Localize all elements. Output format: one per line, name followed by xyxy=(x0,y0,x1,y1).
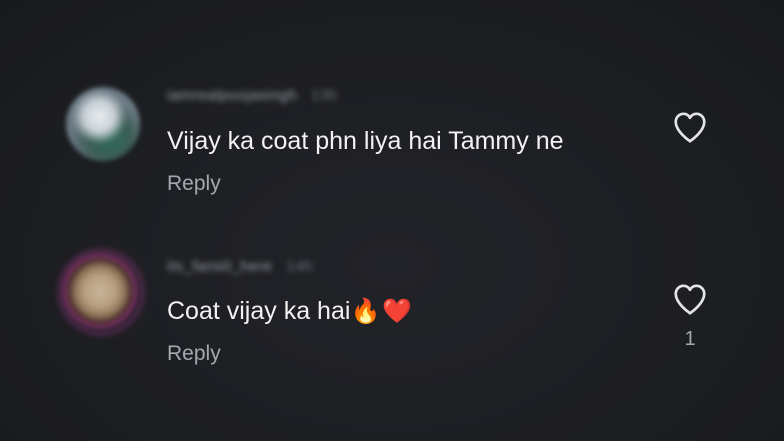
comment-item: iamrealpoojasingh 13h Vijay ka coat phn l… xyxy=(0,82,784,202)
comment-text-body: Coat vijay ka hai xyxy=(167,297,351,325)
reply-button[interactable]: Reply xyxy=(167,342,221,366)
username[interactable]: its_fans0_here xyxy=(167,258,272,275)
reply-button[interactable]: Reply xyxy=(167,172,221,196)
avatar[interactable] xyxy=(66,87,140,161)
red-heart-emoji: ❤️ xyxy=(382,297,413,325)
heart-outline-icon xyxy=(674,112,706,143)
comment-text: Vijay ka coat phn liya hai Tammy ne xyxy=(167,127,564,155)
fire-emoji: 🔥 xyxy=(350,297,381,325)
timestamp: 14h xyxy=(286,258,313,275)
comment-header: its_fans0_here 14h xyxy=(167,258,313,275)
avatar[interactable] xyxy=(62,253,138,329)
like-count: 1 xyxy=(684,328,696,350)
comments-screen: iamrealpoojasingh 13h Vijay ka coat phn l… xyxy=(0,0,784,441)
comment-header: iamrealpoojasingh 13h xyxy=(167,87,338,104)
like-button[interactable] xyxy=(672,282,708,316)
heart-outline-icon xyxy=(674,284,706,315)
comment-item: its_fans0_here 14h Coat vijay ka hai🔥❤️ R… xyxy=(0,248,784,368)
username[interactable]: iamrealpoojasingh xyxy=(167,87,297,104)
timestamp: 13h xyxy=(311,87,338,104)
comment-text: Coat vijay ka hai🔥❤️ xyxy=(167,297,412,326)
like-button[interactable] xyxy=(672,110,708,144)
